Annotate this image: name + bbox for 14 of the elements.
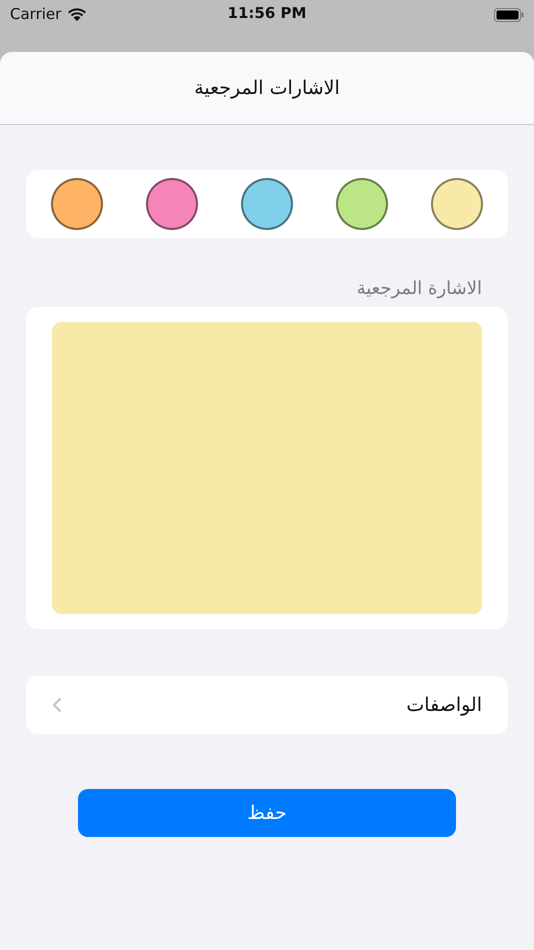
- wifi-icon: [67, 6, 88, 22]
- color-swatch[interactable]: [241, 178, 293, 230]
- color-swatch[interactable]: [336, 178, 388, 230]
- clock-time: 11:56 PM: [226, 4, 308, 22]
- color-swatch[interactable]: [146, 178, 198, 230]
- descriptions-row[interactable]: الواصفات: [26, 676, 508, 734]
- section-label: الاشارة المرجعية: [356, 278, 482, 299]
- save-button[interactable]: حفظ: [78, 789, 456, 837]
- color-swatch[interactable]: [431, 178, 483, 230]
- chevron-icon: [52, 697, 62, 713]
- carrier-name: Carrier: [10, 5, 62, 23]
- color-swatch[interactable]: [51, 178, 103, 230]
- battery-icon: [494, 8, 524, 22]
- sheet-title: الاشارات المرجعية: [194, 77, 340, 99]
